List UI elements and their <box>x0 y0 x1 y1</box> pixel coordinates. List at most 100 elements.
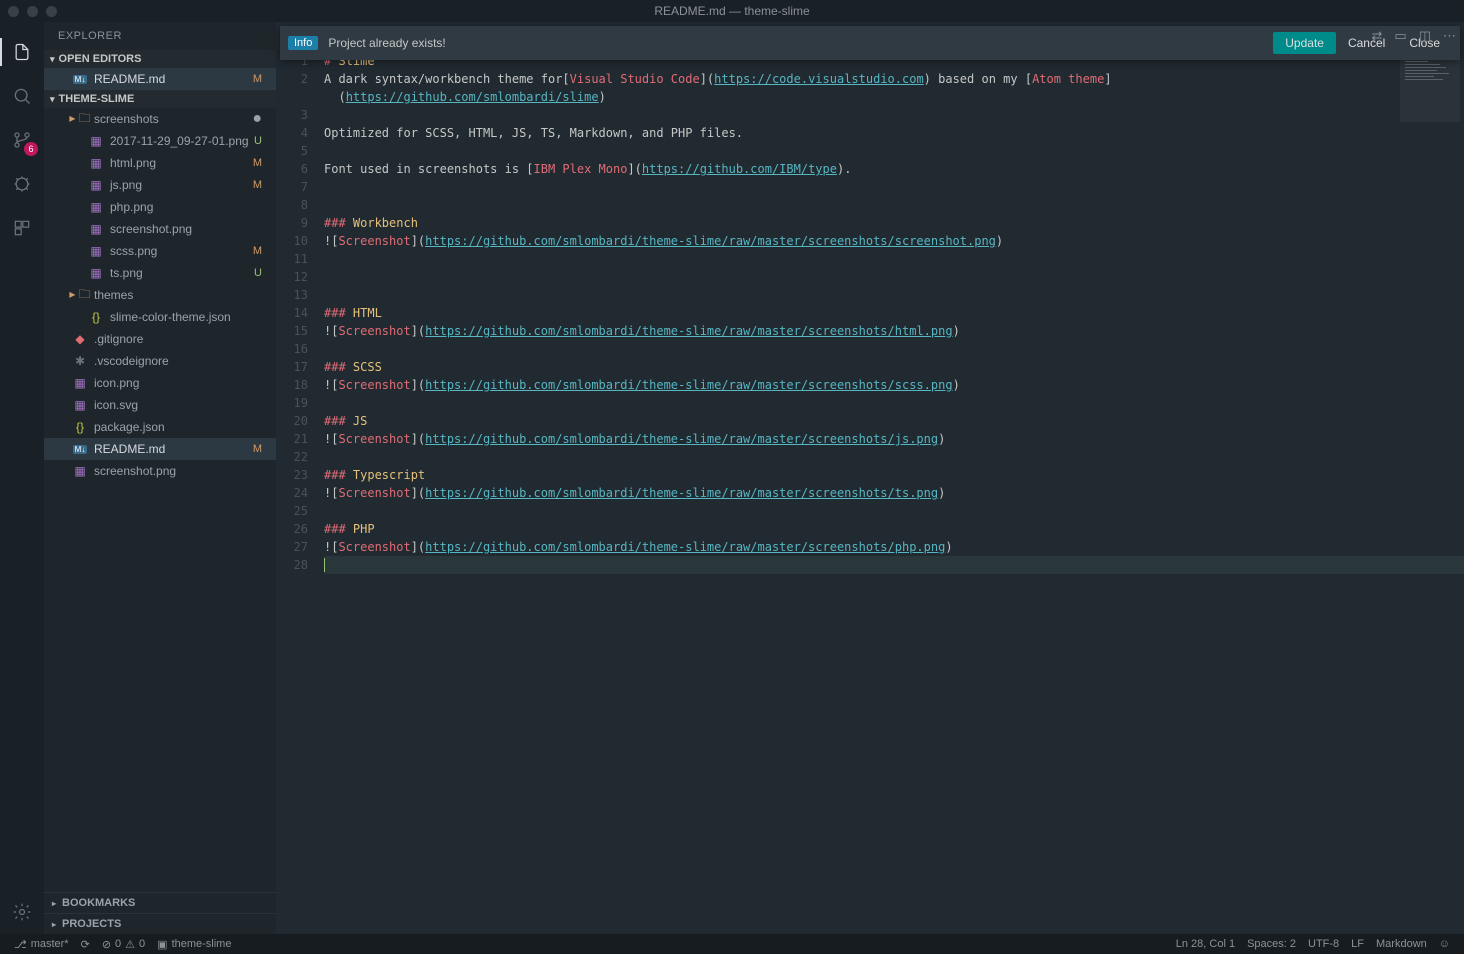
tree-item[interactable]: ▦html.pngM <box>44 152 276 174</box>
tree-item[interactable]: ▦icon.svg <box>44 394 276 416</box>
tree-item[interactable]: ▦ts.pngU <box>44 262 276 284</box>
code-line[interactable]: (https://github.com/smlombardi/slime) <box>324 88 1464 106</box>
section-bookmarks[interactable]: ▸ BOOKMARKS <box>44 892 276 913</box>
traffic-lights <box>8 6 57 17</box>
git-branch-icon: ⎇ <box>14 938 27 951</box>
status-folder[interactable]: ▣ theme-slime <box>151 938 237 951</box>
file-name: icon.svg <box>94 398 138 412</box>
tree-item[interactable]: ▦2017-11-29_09-27-01.pngU <box>44 130 276 152</box>
tree-item[interactable]: ▸ 🗀screenshots● <box>44 108 276 130</box>
section-open-editors[interactable]: ▾ OPEN EDITORS <box>44 50 276 68</box>
status-position[interactable]: Ln 28, Col 1 <box>1170 938 1241 950</box>
more-icon[interactable]: ⋯ <box>1443 28 1456 44</box>
close-window-icon[interactable] <box>8 6 19 17</box>
file-name: themes <box>94 288 133 302</box>
update-button[interactable]: Update <box>1273 32 1336 54</box>
code-line[interactable] <box>324 106 1464 124</box>
code-line[interactable] <box>324 196 1464 214</box>
file-icon: ▦ <box>88 134 104 148</box>
code-line[interactable]: ### Typescript <box>324 466 1464 484</box>
tree-item[interactable]: ▦php.png <box>44 196 276 218</box>
tree-item[interactable]: ▦scss.pngM <box>44 240 276 262</box>
status-eol[interactable]: LF <box>1345 938 1370 950</box>
maximize-window-icon[interactable] <box>46 6 57 17</box>
code-line[interactable]: ### SCSS <box>324 358 1464 376</box>
code-line[interactable] <box>324 250 1464 268</box>
code-line[interactable] <box>324 556 1464 574</box>
code-line[interactable] <box>324 448 1464 466</box>
code-line[interactable]: ### PHP <box>324 520 1464 538</box>
file-icon: ▸ 🗀 <box>72 109 88 130</box>
split-icon[interactable]: ◫ <box>1419 28 1431 44</box>
tree-item[interactable]: ▸ 🗀themes <box>44 284 276 306</box>
code-line[interactable]: ### HTML <box>324 304 1464 322</box>
code-line[interactable] <box>324 340 1464 358</box>
code-line[interactable]: ![Screenshot](https://github.com/smlomba… <box>324 232 1464 250</box>
activity-settings[interactable] <box>0 890 44 934</box>
code-line[interactable]: ![Screenshot](https://github.com/smlomba… <box>324 484 1464 502</box>
open-editor-item[interactable]: M↓ README.md M <box>44 68 276 90</box>
activity-scm[interactable]: 6 <box>0 118 44 162</box>
files-icon <box>12 42 32 62</box>
status-branch[interactable]: ⎇ master* <box>8 938 75 951</box>
code-line[interactable]: ![Screenshot](https://github.com/smlomba… <box>324 430 1464 448</box>
code-line[interactable]: Font used in screenshots is [IBM Plex Mo… <box>324 160 1464 178</box>
activity-debug[interactable] <box>0 162 44 206</box>
code-line[interactable] <box>324 286 1464 304</box>
status-spaces[interactable]: Spaces: 2 <box>1241 938 1302 950</box>
tree-item[interactable]: M↓README.mdM <box>44 438 276 460</box>
file-icon: ▦ <box>88 222 104 236</box>
file-status: M <box>253 73 268 85</box>
tree-item[interactable]: {}package.json <box>44 416 276 438</box>
status-feedback[interactable]: ☺ <box>1433 938 1456 950</box>
code-editor[interactable]: 1234567891011121314151617181920212223242… <box>276 22 1464 934</box>
activity-explorer[interactable] <box>0 30 44 74</box>
scm-badge: 6 <box>24 142 38 156</box>
tree-item[interactable]: ◆.gitignore <box>44 328 276 350</box>
minimize-window-icon[interactable] <box>27 6 38 17</box>
file-name: README.md <box>94 442 165 456</box>
file-icon: {} <box>88 310 104 324</box>
search-icon <box>12 86 32 106</box>
notification-badge: Info <box>288 36 318 50</box>
gear-icon <box>12 902 32 922</box>
code-line[interactable] <box>324 142 1464 160</box>
status-encoding[interactable]: UTF-8 <box>1302 938 1345 950</box>
status-problems[interactable]: ⊘0 ⚠0 <box>96 938 151 951</box>
tree-item[interactable]: ▦screenshot.png <box>44 218 276 240</box>
code-line[interactable]: A dark syntax/workbench theme for[Visual… <box>324 70 1464 88</box>
tree-item[interactable]: {}slime-color-theme.json <box>44 306 276 328</box>
preview-icon[interactable]: ▭ <box>1394 28 1406 44</box>
section-project[interactable]: ▾ THEME-SLIME <box>44 90 276 108</box>
tree-item[interactable]: ▦js.pngM <box>44 174 276 196</box>
code-line[interactable]: Optimized for SCSS, HTML, JS, TS, Markdo… <box>324 124 1464 142</box>
tree-item[interactable]: ▦screenshot.png <box>44 460 276 482</box>
titlebar: README.md — theme-slime <box>0 0 1464 22</box>
code-line[interactable]: ![Screenshot](https://github.com/smlomba… <box>324 538 1464 556</box>
warning-icon: ⚠ <box>125 938 135 951</box>
code-line[interactable]: ### Workbench <box>324 214 1464 232</box>
file-icon: ▦ <box>88 266 104 280</box>
code-line[interactable]: ### JS <box>324 412 1464 430</box>
file-icon: ▦ <box>88 156 104 170</box>
code-line[interactable]: ![Screenshot](https://github.com/smlomba… <box>324 322 1464 340</box>
code-line[interactable] <box>324 394 1464 412</box>
code-line[interactable] <box>324 178 1464 196</box>
statusbar: ⎇ master* ⟳ ⊘0 ⚠0 ▣ theme-slime Ln 28, C… <box>0 934 1464 954</box>
file-icon: ▦ <box>88 244 104 258</box>
activity-search[interactable] <box>0 74 44 118</box>
minimap[interactable] <box>1400 52 1460 122</box>
section-projects[interactable]: ▸ PROJECTS <box>44 913 276 934</box>
status-language[interactable]: Markdown <box>1370 938 1433 950</box>
tree-item[interactable]: ▦icon.png <box>44 372 276 394</box>
code-line[interactable]: ![Screenshot](https://github.com/smlomba… <box>324 376 1464 394</box>
code-content[interactable]: # SlimeA dark syntax/workbench theme for… <box>324 50 1464 934</box>
activity-bar: 6 <box>0 22 44 934</box>
code-line[interactable] <box>324 502 1464 520</box>
editor-actions: ⇄ ▭ ◫ ⋯ <box>1372 28 1457 44</box>
status-sync[interactable]: ⟳ <box>75 938 96 951</box>
tree-item[interactable]: ✱.vscodeignore <box>44 350 276 372</box>
diff-icon[interactable]: ⇄ <box>1372 28 1383 44</box>
code-line[interactable] <box>324 268 1464 286</box>
activity-extensions[interactable] <box>0 206 44 250</box>
